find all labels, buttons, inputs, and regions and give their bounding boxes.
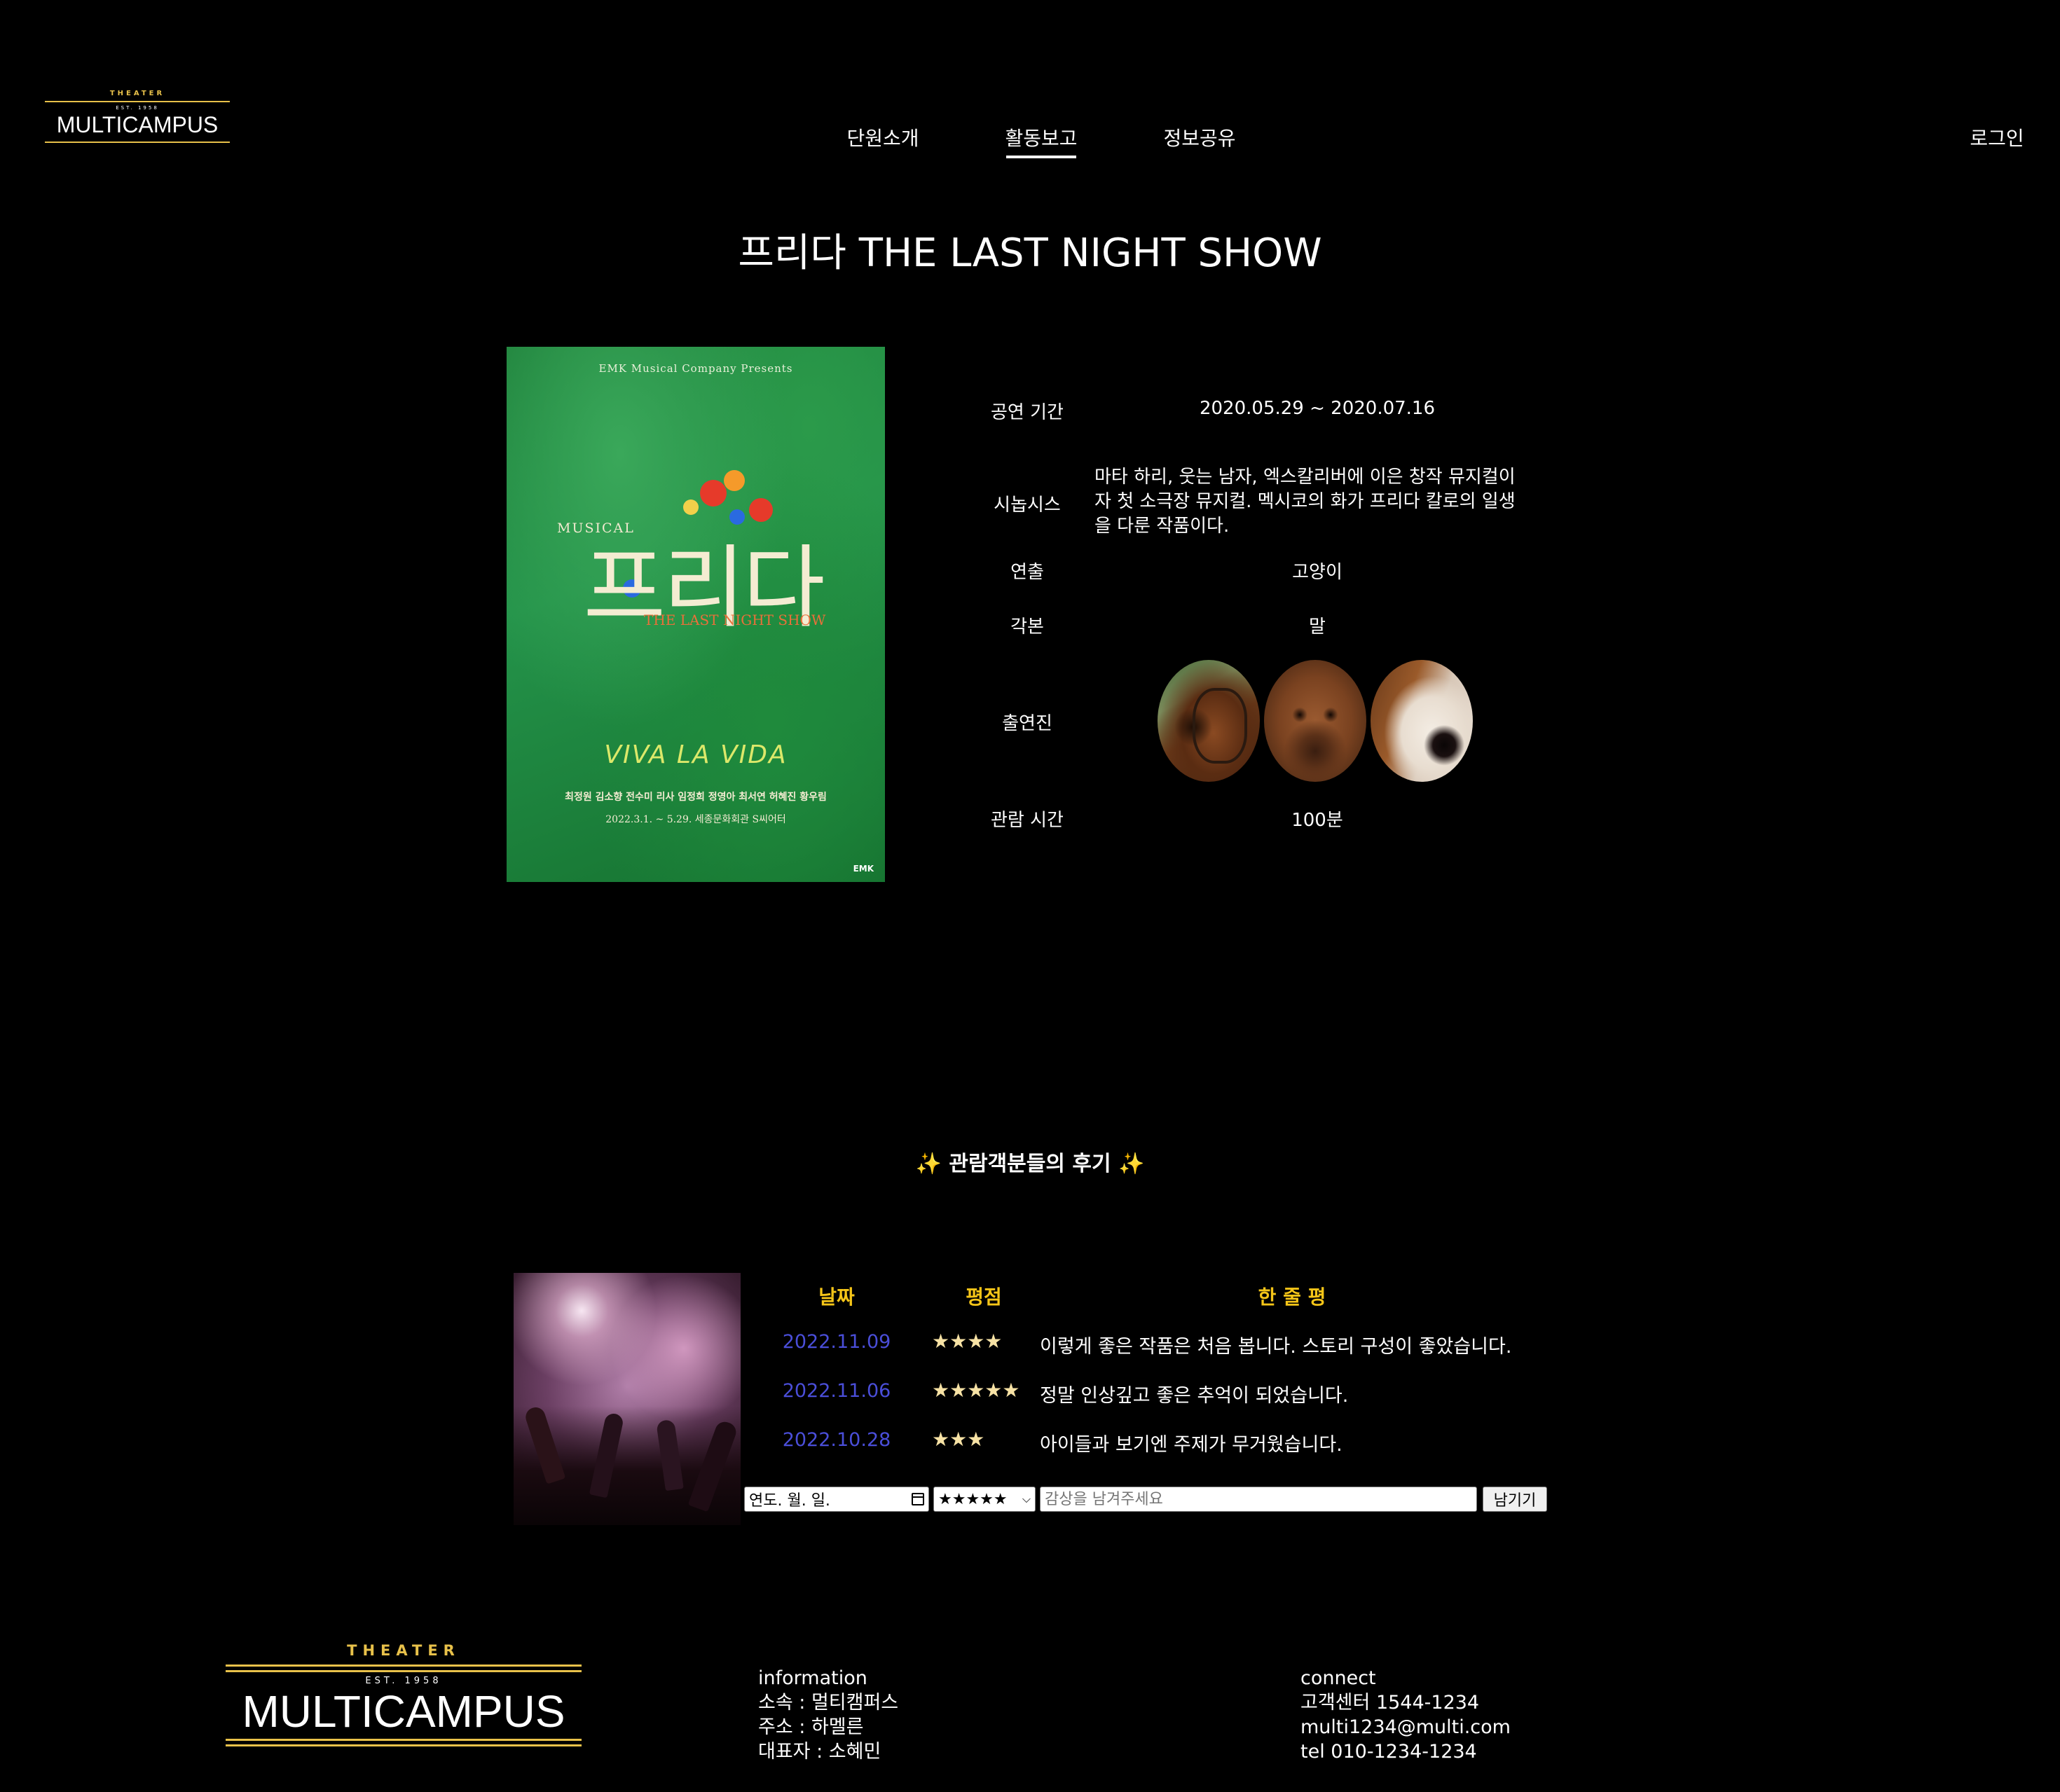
review-stars: ★★★★ <box>932 1330 1003 1353</box>
nav-members[interactable]: 단원소개 <box>841 123 925 151</box>
review-date: 2022.11.06 <box>782 1380 891 1402</box>
footer-email[interactable]: multi1234@multi.com <box>1300 1715 1511 1739</box>
footer-info-line: 소속 : 멀티캠퍼스 <box>758 1692 899 1714</box>
review-comment-input[interactable] <box>1040 1487 1477 1512</box>
footer-connect-title: connect <box>1300 1667 1376 1689</box>
footer-info-line: 주소 : 하멜른 <box>758 1716 864 1738</box>
review-submit-button[interactable]: 남기기 <box>1483 1487 1547 1512</box>
footer-info-line: 대표자 : 소혜민 <box>758 1741 881 1763</box>
reviews-col-date: 날짜 <box>818 1286 855 1309</box>
info-label-runtime: 관람 시간 <box>991 810 1064 831</box>
logo-est-text: EST. 1958 <box>116 105 159 111</box>
poster-brand: EMK <box>853 864 874 874</box>
nav-activity[interactable]: 활동보고 <box>999 123 1083 151</box>
cast-photo-horse[interactable] <box>1158 660 1260 782</box>
cast-photo-cow[interactable] <box>1264 660 1366 782</box>
logo-name: MULTICAMPUS <box>56 112 219 137</box>
rating-selected-value: ★★★★★ <box>938 1490 1008 1508</box>
poster-flower <box>683 499 699 515</box>
logo-est-text: EST. 1958 <box>365 1676 442 1686</box>
review-rating-select[interactable]: ★★★★★ ⌵ <box>933 1487 1036 1512</box>
logo-line <box>226 1744 582 1746</box>
page-title: 프리다 THE LAST NIGHT SHOW <box>738 230 1322 276</box>
poster-subtitle: THE LAST NIGHT SHOW <box>644 612 826 628</box>
footer-tel: tel 010-1234-1234 <box>1300 1741 1477 1763</box>
review-stars: ★★★ <box>932 1428 985 1451</box>
poster-flower <box>724 470 745 491</box>
review-date: 2022.10.28 <box>782 1429 891 1451</box>
nav-share[interactable]: 정보공유 <box>1158 123 1242 151</box>
logo-theater-text: THEATER <box>347 1642 460 1659</box>
reviews-heading: ✨ 관람객분들의 후기 ✨ <box>915 1152 1145 1176</box>
info-label-period: 공연 기간 <box>991 402 1064 423</box>
review-date: 2022.11.09 <box>782 1331 891 1353</box>
poster-dates: 2022.3.1. ~ 5.29. 세종문화회관 S씨어터 <box>605 814 786 825</box>
logo-theater-text: THEATER <box>109 90 165 97</box>
show-poster: EMK Musical Company Presents MUSICAL 프리다… <box>507 347 885 882</box>
poster-company: EMK Musical Company Presents <box>598 362 793 375</box>
footer-connect: connect 고객센터 1544-1234 multi1234@multi.c… <box>1300 1666 1511 1764</box>
logo-line <box>226 1739 582 1741</box>
logo-name: MULTICAMPUS <box>242 1686 565 1737</box>
info-value-synopsis: 마타 하리, 웃는 남자, 엑스칼리버에 이은 창작 뮤지컬이자 첫 소극장 뮤… <box>1094 467 1516 537</box>
info-value-period: 2020.05.29 ~ 2020.07.16 <box>1199 398 1436 419</box>
review-comment: 이렇게 좋은 작품은 처음 봅니다. 스토리 구성이 좋았습니다. <box>1040 1336 1512 1358</box>
header-logo[interactable]: THEATER EST. 1958 MULTICAMPUS <box>45 90 230 146</box>
horse-bridle <box>1193 688 1247 764</box>
logo-line <box>45 101 230 102</box>
review-date-input[interactable]: 연도. 월. 일. <box>744 1487 929 1512</box>
info-value-director: 고양이 <box>1292 562 1343 583</box>
footer-logo[interactable]: THEATER EST. 1958 MULTICAMPUS <box>226 1642 582 1747</box>
reviews-col-comment: 한 줄 평 <box>1258 1286 1326 1309</box>
poster-tagline: VIVA LA VIDA <box>604 740 788 769</box>
concert-photo <box>514 1273 741 1525</box>
info-value-runtime: 100분 <box>1291 810 1343 831</box>
chevron-down-icon: ⌵ <box>1022 1492 1031 1505</box>
footer-phone: 고객센터 1544-1234 <box>1300 1692 1480 1714</box>
cast-photo-dog[interactable] <box>1371 660 1473 782</box>
logo-line <box>45 142 230 143</box>
footer-information-title: information <box>758 1667 867 1689</box>
login-link[interactable]: 로그인 <box>1955 123 2039 151</box>
info-label-director: 연출 <box>1010 562 1044 583</box>
calendar-icon[interactable] <box>912 1493 924 1505</box>
review-stars: ★★★★★ <box>932 1379 1020 1402</box>
date-input-placeholder: 연도. 월. 일. <box>749 1492 830 1510</box>
logo-line <box>226 1670 582 1672</box>
poster-cast: 최정원 김소향 전수미 리사 임정희 정영아 최서연 허혜진 황우림 <box>565 792 827 803</box>
reviews-col-rating: 평점 <box>966 1286 1002 1309</box>
logo-line <box>226 1665 582 1667</box>
footer-information: information 소속 : 멀티캠퍼스 주소 : 하멜른 대표자 : 소혜… <box>758 1666 898 1764</box>
info-label-synopsis: 시놉시스 <box>994 495 1061 516</box>
info-label-cast: 출연진 <box>1002 713 1052 734</box>
nav-active-underline <box>1006 156 1076 158</box>
poster-flower <box>700 480 727 506</box>
info-value-script: 말 <box>1309 616 1326 637</box>
review-comment: 아이들과 보기엔 주제가 무거웠습니다. <box>1040 1434 1343 1456</box>
info-label-script: 각본 <box>1010 616 1044 637</box>
review-comment: 정말 인상깊고 좋은 추억이 되었습니다. <box>1040 1385 1349 1407</box>
